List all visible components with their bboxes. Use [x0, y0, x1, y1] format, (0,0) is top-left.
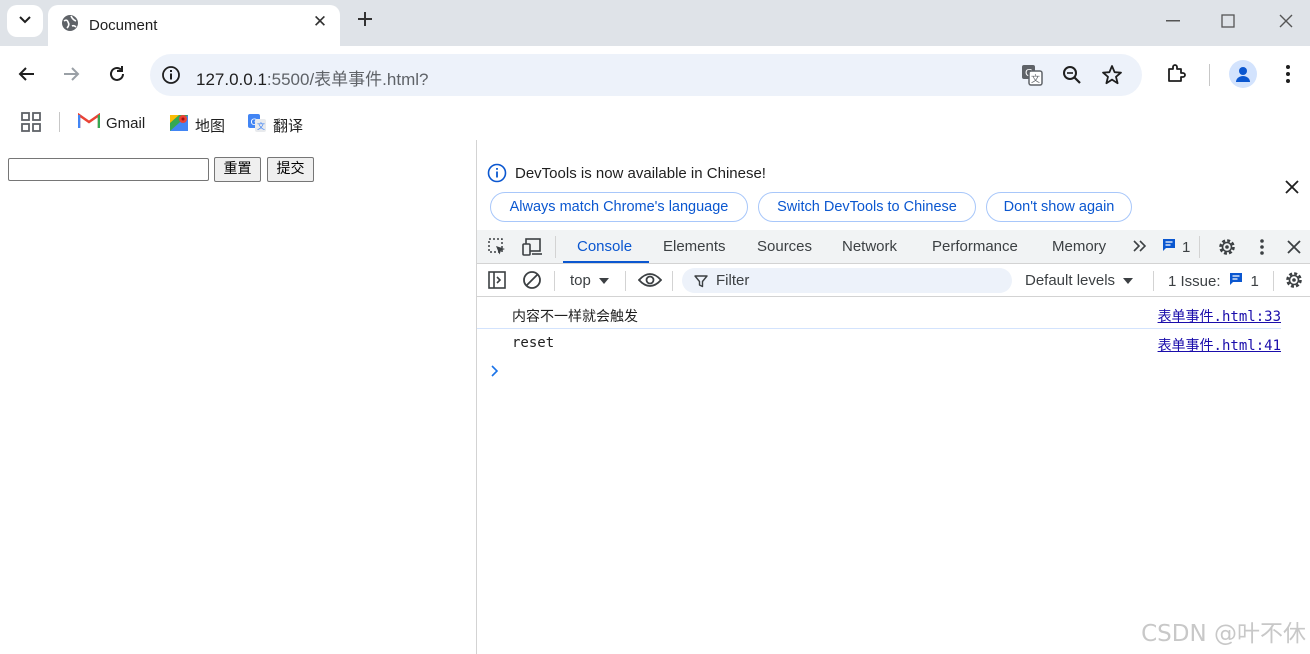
- tab-strip: Document ✕: [0, 0, 1310, 46]
- console-filter-input[interactable]: Filter: [682, 268, 1012, 293]
- info-circle-icon: [487, 163, 507, 188]
- filter-funnel-icon: [694, 274, 708, 293]
- submit-button[interactable]: 提交: [267, 157, 314, 182]
- tab-title: Document: [89, 17, 158, 34]
- reload-icon[interactable]: [105, 62, 129, 86]
- console-bar-divider-4: [1153, 271, 1154, 291]
- bookmark-maps[interactable]: 地图: [169, 113, 225, 137]
- tab-network[interactable]: Network: [842, 238, 897, 255]
- info-icon[interactable]: [161, 65, 181, 90]
- console-bar-divider-5: [1273, 271, 1274, 291]
- tabbar-divider: [555, 236, 556, 258]
- bookmark-star-icon[interactable]: [1101, 64, 1123, 91]
- close-devtools-icon[interactable]: [1287, 240, 1301, 259]
- minimize-icon[interactable]: [1160, 8, 1186, 34]
- message-icon: [1162, 238, 1176, 256]
- tab-performance[interactable]: Performance: [932, 238, 1018, 255]
- console-bar-divider-2: [625, 271, 626, 291]
- infobar-close-icon[interactable]: [1285, 180, 1299, 199]
- zoom-icon[interactable]: [1062, 65, 1082, 90]
- text-input[interactable]: [8, 158, 209, 181]
- console-bar-divider: [554, 271, 555, 291]
- maps-icon: [169, 113, 189, 137]
- address-bar[interactable]: 127.0.0.1:5500/表单事件.html? G文: [150, 54, 1142, 96]
- inspect-element-icon[interactable]: [487, 237, 507, 262]
- console-settings-gear-icon[interactable]: [1284, 270, 1304, 295]
- tabbar-divider-2: [1199, 236, 1200, 258]
- always-match-language-button[interactable]: Always match Chrome's language: [490, 192, 748, 222]
- gmail-icon: [77, 112, 101, 133]
- bookmarks-bar: Gmail 地图 G文 翻译: [0, 104, 1310, 140]
- watermark: CSDN @叶不休: [1141, 621, 1306, 647]
- console-bar-divider-3: [672, 271, 673, 291]
- issue-message-icon: [1229, 272, 1243, 290]
- messages-badge[interactable]: 1: [1162, 238, 1190, 256]
- bookmark-divider: [59, 112, 60, 132]
- new-tab-button[interactable]: [353, 9, 377, 33]
- devtools-panel: DevTools is now available in Chinese! Al…: [476, 140, 1310, 654]
- bookmark-translate[interactable]: G文 翻译: [247, 113, 303, 137]
- clear-console-icon[interactable]: [522, 270, 542, 295]
- globe-icon: [61, 14, 79, 37]
- dropdown-caret-icon: [1123, 272, 1134, 289]
- issues-counter[interactable]: 1 Issue: 1: [1168, 272, 1259, 290]
- devtools-menu-icon[interactable]: [1259, 238, 1265, 261]
- tab-console[interactable]: Console: [577, 238, 632, 255]
- browser-toolbar: 127.0.0.1:5500/表单事件.html? G文: [0, 46, 1310, 104]
- devtools-tabbar: Console Elements Sources Network Perform…: [477, 230, 1310, 264]
- svg-text:文: 文: [257, 121, 265, 131]
- active-tab-indicator: [563, 261, 649, 263]
- browser-tab[interactable]: Document ✕: [48, 5, 340, 46]
- tab-search-button[interactable]: [7, 5, 43, 37]
- dropdown-caret-icon: [598, 272, 609, 289]
- google-translate-icon: G文: [247, 113, 267, 137]
- sidebar-toggle-icon[interactable]: [487, 270, 507, 295]
- forward-arrow-icon[interactable]: [59, 62, 83, 86]
- reset-button[interactable]: 重置: [214, 157, 261, 182]
- device-toolbar-icon[interactable]: [522, 237, 544, 262]
- language-infobar: DevTools is now available in Chinese! Al…: [477, 140, 1310, 230]
- back-arrow-icon[interactable]: [15, 62, 39, 86]
- tab-memory[interactable]: Memory: [1052, 238, 1106, 255]
- console-log-row: 内容不一样就会触发 表单事件.html:33: [477, 300, 1281, 329]
- more-tabs-chevron-icon[interactable]: [1132, 239, 1148, 258]
- chevron-down-icon: [18, 12, 32, 30]
- url-text: 127.0.0.1:5500/表单事件.html?: [196, 70, 429, 89]
- tab-elements[interactable]: Elements: [663, 238, 726, 255]
- svg-text:文: 文: [1031, 73, 1040, 85]
- bookmark-gmail[interactable]: Gmail: [77, 112, 145, 133]
- tab-sources[interactable]: Sources: [757, 238, 812, 255]
- translate-icon[interactable]: G文: [1020, 63, 1044, 92]
- switch-to-chinese-button[interactable]: Switch DevTools to Chinese: [758, 192, 976, 222]
- console-toolbar: top Filter Default levels 1 Issue: 1: [477, 264, 1310, 297]
- filter-placeholder: Filter: [716, 272, 750, 289]
- console-prompt-chevron-icon[interactable]: [491, 364, 499, 382]
- log-message: 内容不一样就会触发: [512, 309, 638, 325]
- dont-show-again-button[interactable]: Don't show again: [986, 192, 1132, 222]
- page-content: 重置 提交: [0, 140, 476, 654]
- toolbar-divider: [1209, 64, 1210, 86]
- log-source-link[interactable]: 表单事件.html:33: [1158, 306, 1281, 326]
- apps-grid-icon[interactable]: [21, 112, 41, 132]
- maximize-icon[interactable]: [1215, 8, 1241, 34]
- log-levels-dropdown[interactable]: Default levels: [1025, 272, 1134, 289]
- log-source-link[interactable]: 表单事件.html:41: [1158, 335, 1281, 355]
- live-expression-eye-icon[interactable]: [637, 272, 663, 293]
- window-close-icon[interactable]: [1273, 8, 1299, 34]
- settings-gear-icon[interactable]: [1217, 237, 1237, 262]
- kebab-menu-icon[interactable]: [1276, 62, 1300, 86]
- log-message: reset: [512, 335, 555, 351]
- context-selector[interactable]: top: [570, 272, 609, 289]
- console-log-row: reset 表单事件.html:41: [477, 329, 1281, 358]
- console-output: 内容不一样就会触发 表单事件.html:33 reset 表单事件.html:4…: [477, 298, 1310, 654]
- close-tab-icon[interactable]: ✕: [310, 12, 330, 32]
- profile-avatar[interactable]: [1229, 60, 1257, 88]
- infobar-message: DevTools is now available in Chinese!: [515, 165, 766, 182]
- extensions-icon[interactable]: [1164, 62, 1188, 86]
